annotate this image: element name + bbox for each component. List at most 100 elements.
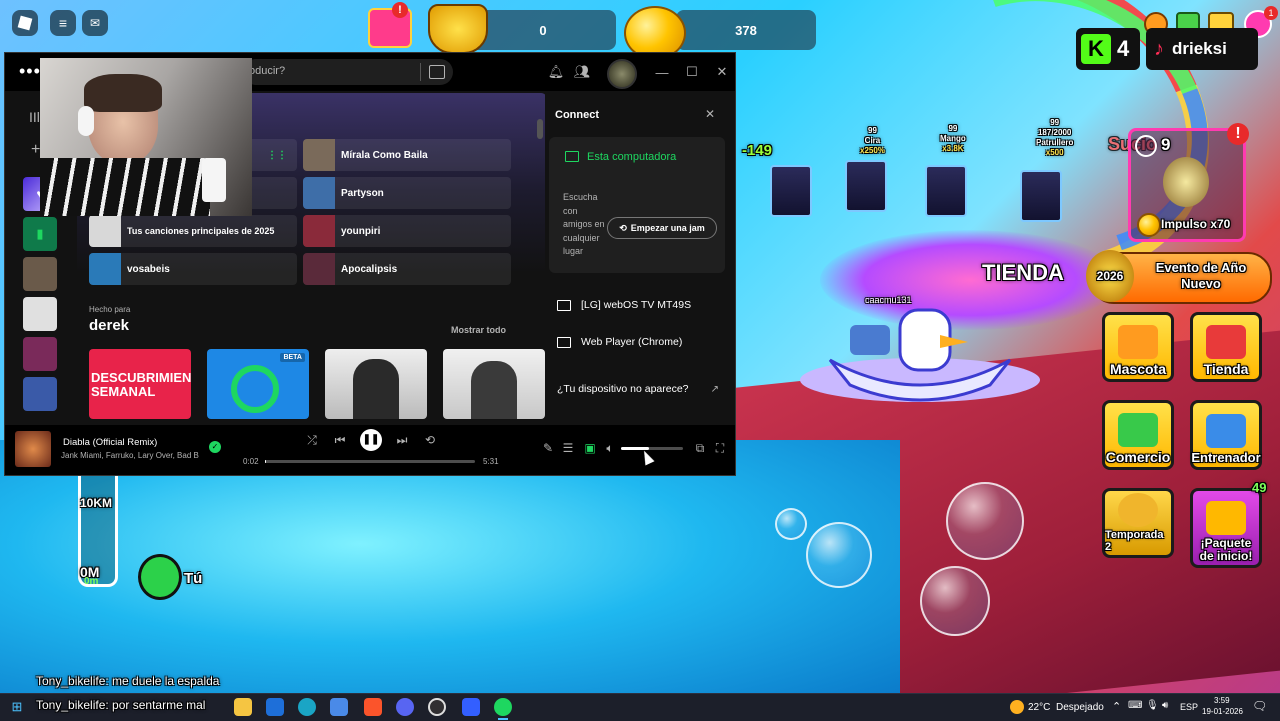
mix-card[interactable] (443, 349, 545, 419)
quick-access-card[interactable]: younpiri (303, 215, 511, 247)
network-icon[interactable]: ⌨ (1128, 700, 1142, 711)
user-avatar[interactable] (607, 59, 637, 89)
show-all-link[interactable]: Mostrar todo (451, 325, 506, 335)
file-explorer-icon[interactable] (234, 698, 252, 716)
mix-card[interactable]: DESCUBRIMIENTO SEMANAL (89, 349, 191, 419)
notification-center-icon[interactable]: 🗨︎ (1252, 699, 1267, 713)
obs-icon[interactable] (428, 698, 446, 716)
pedestal-count: 99 (1050, 118, 1060, 127)
trade-button[interactable]: Comercio (1102, 400, 1174, 470)
season-clock-icon (1118, 493, 1158, 527)
album-cover[interactable] (15, 431, 51, 467)
now-playing-view-icon[interactable]: ✎ (541, 441, 555, 455)
chat-user: Tony_bikelife (36, 674, 106, 688)
pedestal-multiplier: x500 (1045, 148, 1064, 157)
spotify-icon[interactable] (494, 698, 512, 716)
trainer-button[interactable]: Entrenador (1190, 400, 1262, 470)
start-windows-icon[interactable]: ⊞ (8, 698, 26, 716)
quick-access-card[interactable]: vosabeis (89, 253, 297, 285)
discord-icon[interactable] (396, 698, 414, 716)
mix-card[interactable]: BETA (207, 349, 309, 419)
connect-device-icon[interactable]: ▣ (583, 441, 597, 455)
quick-access-card[interactable]: Mírala Como Baila (303, 139, 511, 171)
friend-activity-icon[interactable]: 👥︎ (573, 63, 591, 81)
quick-access-card[interactable]: Tus canciones principales de 2025 (89, 215, 297, 247)
boost-alert-badge: ! (1227, 123, 1249, 145)
pedestal[interactable] (925, 165, 967, 217)
pedestal[interactable] (845, 160, 887, 212)
player-distance-small: 0m (84, 576, 99, 587)
fullscreen-icon[interactable]: ⛶ (713, 441, 727, 455)
queue-icon[interactable]: ☰ (561, 441, 575, 455)
pedestal-multiplier: x250% (860, 146, 885, 155)
added-check-icon[interactable]: ✓ (209, 441, 221, 453)
weather-icon[interactable] (1010, 700, 1024, 714)
tray-chevron-icon[interactable]: ⌃ (1112, 700, 1121, 713)
progress-track[interactable] (265, 460, 475, 463)
event-banner[interactable]: 2026 Evento de Año Nuevo (1086, 250, 1272, 304)
coin-counter-value: 378 (735, 22, 757, 38)
pets-button[interactable]: Mascota (1102, 312, 1174, 382)
close-icon[interactable]: ✕ (713, 63, 731, 81)
repeat-icon[interactable]: ⟲ (423, 433, 437, 447)
outlook-icon[interactable] (266, 698, 284, 716)
volume-icon[interactable]: 🔈︎ (603, 441, 617, 455)
boost-panel[interactable]: 9 ! Impulso x70 (1128, 123, 1249, 242)
speaker-icon[interactable]: 🔊︎ (1162, 700, 1168, 711)
edge-icon[interactable] (298, 698, 316, 716)
pause-button[interactable]: ❚❚ (360, 429, 382, 451)
missing-device-link[interactable]: ¿Tu dispositivo no aparece? ↗ (557, 383, 719, 395)
sidebar-playlist[interactable] (23, 297, 57, 331)
weather-temp[interactable]: 22°C (1028, 702, 1050, 713)
shop-button[interactable]: Tienda (1190, 312, 1262, 382)
starter-pack-button[interactable]: ¡Paquete de inicio! (1190, 488, 1262, 568)
streamer-headphones (78, 106, 94, 136)
pedestal[interactable] (770, 165, 812, 217)
search-input[interactable]: oducir? (243, 59, 453, 85)
cup (202, 158, 226, 202)
sidebar-playlist[interactable] (23, 337, 57, 371)
track-artists[interactable]: Jank Miami, Farruko, Lary Over, Bad Bunn… (61, 451, 199, 460)
library-icon[interactable]: IIl (29, 109, 40, 125)
maximize-icon[interactable]: ☐ (683, 63, 701, 81)
section-title[interactable]: derek (89, 317, 129, 334)
connect-close-icon[interactable]: ✕ (705, 107, 715, 121)
hamburger-icon[interactable]: ≡ (50, 10, 76, 36)
quick-access-cover (303, 177, 335, 209)
language-indicator[interactable]: ESP (1180, 702, 1198, 712)
weather-text[interactable]: Despejado (1056, 702, 1104, 713)
more-options-icon[interactable]: ••• (19, 61, 41, 82)
notifications-bell-icon[interactable]: 🔔︎ (547, 63, 565, 81)
device-item[interactable]: [LG] webOS TV MT49S (557, 299, 691, 311)
roblox-menu-icon[interactable] (12, 10, 38, 36)
volume-slider[interactable] (621, 447, 683, 450)
trade-icon (1118, 413, 1158, 447)
scrollbar[interactable] (537, 119, 543, 139)
jam-text: Escucha con amigos en cualquier lugar (563, 192, 605, 256)
mini-player-icon[interactable]: ⧉ (693, 441, 707, 455)
previous-icon[interactable]: ⏮︎ (333, 433, 347, 447)
browse-icon[interactable] (429, 65, 445, 79)
mix-card[interactable] (325, 349, 427, 419)
track-title[interactable]: Diabla (Official Remix) (63, 437, 157, 448)
pedestal[interactable] (1020, 170, 1062, 222)
store-icon[interactable] (330, 698, 348, 716)
next-icon[interactable]: ⏭︎ (395, 433, 409, 447)
clock-date[interactable]: 19-01-2026 (1202, 707, 1243, 716)
mic-icon[interactable]: 🎙︎ (1146, 700, 1159, 711)
roblox-icon[interactable] (462, 698, 480, 716)
season-button[interactable]: Temporada 2 (1102, 488, 1174, 558)
sidebar-playlist[interactable] (23, 257, 57, 291)
brave-icon[interactable] (364, 698, 382, 716)
quick-access-card[interactable]: Partyson (303, 177, 511, 209)
chat-toggle-icon[interactable]: ✉ (82, 10, 108, 36)
quick-access-card[interactable]: Apocalipsis (303, 253, 511, 285)
clock-time[interactable]: 3:59 (1214, 696, 1230, 705)
saved-episodes-item[interactable]: ▮ (23, 217, 57, 251)
minimize-icon[interactable]: — (653, 63, 671, 81)
sidebar-playlist[interactable] (23, 377, 57, 411)
device-item[interactable]: Web Player (Chrome) (557, 336, 682, 348)
shuffle-icon[interactable]: ⤮ (305, 433, 319, 447)
create-playlist-icon[interactable]: + (31, 141, 40, 159)
start-jam-button[interactable]: ⟲ Empezar una jam (607, 217, 717, 239)
